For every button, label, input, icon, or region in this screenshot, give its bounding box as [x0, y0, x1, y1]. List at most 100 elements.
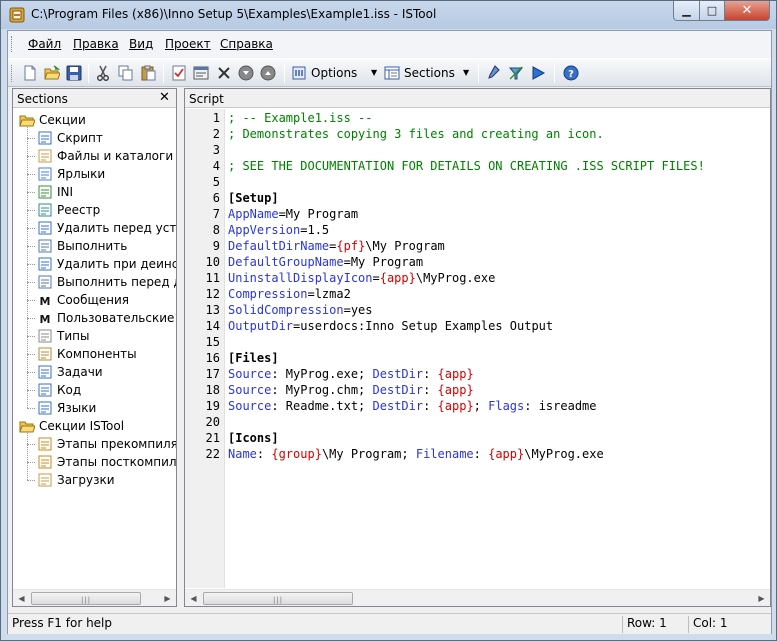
- delete-button[interactable]: [214, 63, 234, 83]
- checklist-icon: [172, 65, 186, 81]
- tree-item[interactable]: Задачи: [37, 363, 103, 381]
- save-button[interactable]: [64, 63, 84, 83]
- code-line[interactable]: Source: MyProg.exe; DestDir: {app}: [228, 367, 474, 381]
- scroll-left-arrow[interactable]: ◀: [13, 590, 30, 607]
- code-comment: ; -- Example1.iss --: [228, 111, 373, 125]
- menu-file[interactable]: Файл: [28, 37, 61, 51]
- form-button[interactable]: [191, 63, 211, 83]
- tree-item[interactable]: Выполнить: [37, 237, 127, 255]
- tree-item[interactable]: INI: [37, 183, 73, 201]
- move-down-button[interactable]: [236, 63, 256, 83]
- tree-item[interactable]: Компоненты: [37, 345, 137, 363]
- cut-button[interactable]: [93, 63, 113, 83]
- help-button[interactable]: ?: [561, 63, 581, 83]
- tree-item-label: Секции ISTool: [39, 419, 125, 433]
- copy-button[interactable]: [116, 63, 136, 83]
- options-button[interactable]: Options: [291, 63, 357, 83]
- code-line[interactable]: AppVersion=1.5: [228, 223, 329, 237]
- sections-dropdown-arrow[interactable]: ▼: [463, 68, 472, 77]
- code-line[interactable]: SolidCompression=yes: [228, 303, 373, 317]
- tree-item[interactable]: Ярлыки: [37, 165, 105, 183]
- menu-view[interactable]: Вид: [129, 37, 153, 51]
- code-line[interactable]: [Setup]: [228, 191, 279, 205]
- paste-button[interactable]: [138, 63, 158, 83]
- run-button[interactable]: [528, 63, 548, 83]
- code-line[interactable]: ; -- Example1.iss --: [228, 111, 373, 125]
- code-line[interactable]: [Icons]: [228, 431, 279, 445]
- compile-button[interactable]: [484, 63, 504, 83]
- menu-help[interactable]: Справка: [220, 37, 273, 51]
- tree-group[interactable]: Секции ISTool: [19, 417, 124, 435]
- files-icon: [38, 149, 52, 163]
- code-line[interactable]: Source: MyProg.chm; DestDir: {app}: [228, 383, 474, 397]
- code-line[interactable]: DefaultGroupName=My Program: [228, 255, 423, 269]
- tree-connector: [27, 228, 35, 229]
- sections-panel-close-button[interactable]: ✕: [159, 90, 170, 105]
- code-line[interactable]: AppName=My Program: [228, 207, 358, 221]
- code-section-header: [Setup]: [228, 191, 279, 205]
- tree-item[interactable]: Типы: [37, 327, 89, 345]
- code-line[interactable]: Source: Readme.txt; DestDir: {app}; Flag…: [228, 399, 597, 413]
- code-line[interactable]: ; Demonstrates copying 3 files and creat…: [228, 127, 604, 141]
- build-icon: [508, 66, 524, 80]
- tree-group[interactable]: Секции: [19, 111, 86, 129]
- close-window-button[interactable]: ✕: [724, 1, 770, 21]
- script-editor[interactable]: 1 2 3 4 5 6 7 8 9 10 11 12 13 14 15 16 17 18 19 20 21 22 ; --…: [185, 109, 770, 588]
- move-up-button[interactable]: [258, 63, 278, 83]
- scroll-thumb[interactable]: |||: [31, 592, 141, 605]
- tree-item[interactable]: Загрузки: [37, 471, 115, 489]
- code-line[interactable]: Compression=lzma2: [228, 287, 351, 301]
- tree-item[interactable]: Этапы посткомпиляци: [37, 453, 176, 471]
- toolbar-grip[interactable]: [11, 65, 14, 82]
- tree-item[interactable]: Удалить перед устано: [37, 219, 176, 237]
- code-directive-key: SolidCompression: [228, 303, 344, 317]
- tree-item[interactable]: Выполнить перед деи: [37, 273, 176, 291]
- options-dropdown-arrow[interactable]: ▼: [371, 68, 380, 77]
- tree-item[interactable]: Реестр: [37, 201, 100, 219]
- menu-grip[interactable]: [11, 36, 14, 52]
- tree-item[interactable]: Файлы и каталоги: [37, 147, 173, 165]
- code-directive-key: DestDir: [372, 383, 424, 397]
- code-value: ;: [473, 399, 489, 413]
- scroll-right-arrow[interactable]: ▶: [159, 590, 176, 607]
- sections-button[interactable]: Sections: [384, 63, 455, 83]
- tree-connector: [27, 372, 35, 373]
- minimize-button[interactable]: ▁: [673, 1, 700, 21]
- tree-item-label: Секции: [39, 113, 86, 127]
- code-line[interactable]: UninstallDisplayIcon={app}\MyProg.exe: [228, 271, 495, 285]
- sections-hscrollbar[interactable]: ◀ ||| ▶: [13, 589, 176, 606]
- code-line[interactable]: DefaultDirName={pf}\My Program: [228, 239, 445, 253]
- svg-text:?: ?: [568, 69, 574, 80]
- menu-project[interactable]: Проект: [165, 37, 211, 51]
- line-number-gutter: 1 2 3 4 5 6 7 8 9 10 11 12 13 14 15 16 17 18 19 20 21 22: [185, 109, 225, 588]
- code-line[interactable]: [Files]: [228, 351, 279, 365]
- line-number: 4: [212, 159, 220, 173]
- tree-item[interactable]: Код: [37, 381, 81, 399]
- title-bar[interactable]: C:\Program Files (x86)\Inno Setup 5\Exam…: [1, 1, 776, 29]
- code-line[interactable]: OutputDir=userdocs:Inno Setup Examples O…: [228, 319, 553, 333]
- tree-item[interactable]: Скрипт: [37, 129, 103, 147]
- scroll-right-arrow[interactable]: ▶: [753, 590, 770, 607]
- code-value: =: [372, 271, 380, 285]
- menu-edit[interactable]: Правка: [73, 37, 119, 51]
- code-constant: {app}: [379, 271, 416, 285]
- tree-item-label: Компоненты: [57, 347, 137, 361]
- open-button[interactable]: [42, 63, 62, 83]
- tree-item[interactable]: Этапы прекомпиляци: [37, 435, 176, 453]
- tree-item-label: Удалить перед устано: [57, 221, 176, 235]
- code-line[interactable]: Name: {group}\My Program; Filename: {app…: [228, 447, 604, 461]
- tree-connector: [27, 282, 35, 283]
- tree-item[interactable]: M Пользовательские со: [37, 309, 176, 327]
- maximize-button[interactable]: □: [699, 1, 725, 21]
- build-button[interactable]: [506, 63, 526, 83]
- scroll-left-arrow[interactable]: ◀: [185, 590, 202, 607]
- tree-item[interactable]: Языки: [37, 399, 96, 417]
- tree-item[interactable]: M Сообщения: [37, 291, 129, 309]
- tree-item[interactable]: Удалить при деинстал: [37, 255, 176, 273]
- code-line[interactable]: ; SEE THE DOCUMENTATION FOR DETAILS ON C…: [228, 159, 705, 173]
- properties-button[interactable]: [169, 63, 189, 83]
- new-file-button[interactable]: [20, 63, 40, 83]
- delete-install-icon: [38, 221, 52, 235]
- scroll-thumb[interactable]: |||: [203, 592, 353, 605]
- script-hscrollbar[interactable]: ◀ ||| ▶: [185, 589, 770, 606]
